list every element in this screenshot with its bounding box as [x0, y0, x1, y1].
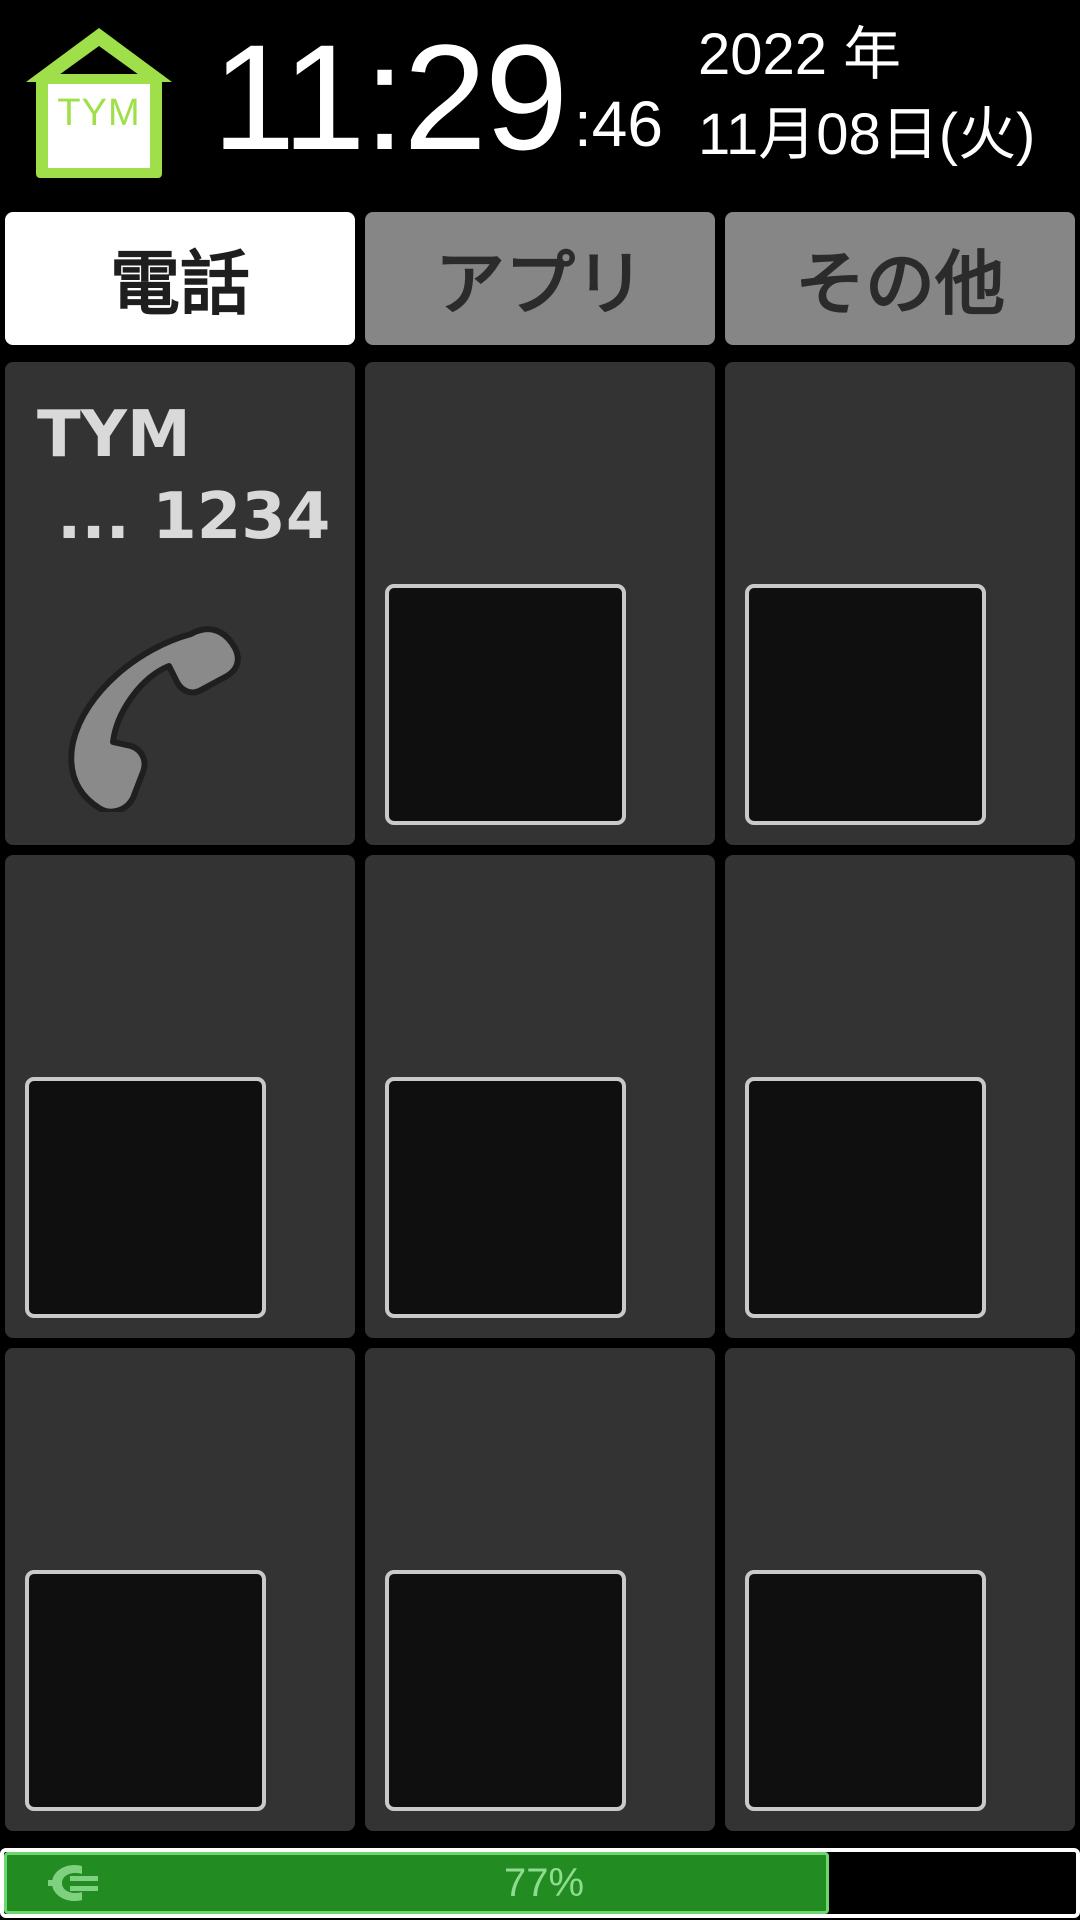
logo-text: TYM	[57, 92, 141, 134]
tym-home-logo[interactable]: TYM	[18, 22, 180, 182]
contact-number: ... 1234	[57, 480, 331, 554]
empty-shortcut-tile[interactable]	[365, 1348, 715, 1831]
empty-shortcut-tile[interactable]	[725, 1348, 1075, 1831]
contact-name: TYM	[37, 398, 191, 472]
empty-slot-icon	[745, 1570, 986, 1811]
empty-slot-icon	[745, 1077, 986, 1318]
empty-slot-icon	[745, 584, 986, 825]
tab-phone[interactable]: 電話	[5, 212, 355, 345]
empty-slot-icon	[25, 1570, 266, 1811]
empty-shortcut-tile[interactable]	[5, 1348, 355, 1831]
tab-other[interactable]: その他	[725, 212, 1075, 345]
status-header: TYM 11:29 :46 2022 年 11月08日(火)	[0, 0, 1080, 200]
empty-shortcut-tile[interactable]	[725, 362, 1075, 845]
empty-shortcut-tile[interactable]	[365, 362, 715, 845]
clock-seconds: :46	[574, 88, 663, 160]
date-year: 2022 年	[698, 22, 902, 87]
empty-slot-icon	[385, 1570, 626, 1811]
empty-slot-icon	[385, 584, 626, 825]
empty-shortcut-tile[interactable]	[725, 855, 1075, 1338]
battery-percent: 77%	[503, 1861, 585, 1905]
date-day: 11月08日(火)	[698, 102, 1036, 167]
battery-bar: 77%	[0, 1848, 1080, 1918]
empty-shortcut-tile[interactable]	[365, 855, 715, 1338]
empty-shortcut-tile[interactable]	[5, 855, 355, 1338]
empty-slot-icon	[25, 1077, 266, 1318]
contact-tile[interactable]: TYM ... 1234	[5, 362, 355, 845]
clock-hours-minutes: 11:29	[212, 13, 568, 181]
tab-apps[interactable]: アプリ	[365, 212, 715, 345]
phone-handset-icon	[68, 626, 241, 812]
empty-slot-icon	[385, 1077, 626, 1318]
